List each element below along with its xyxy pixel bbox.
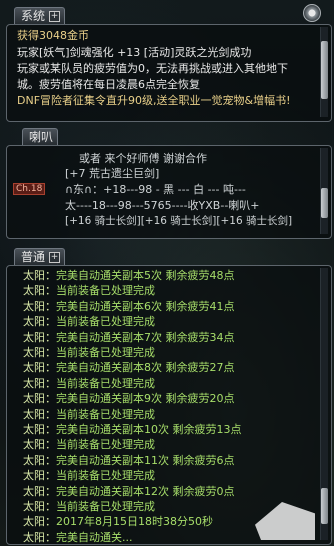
normal-expand-icon[interactable]: + xyxy=(49,252,61,263)
chat-message: 太阳：当前装备已处理完成 xyxy=(23,438,155,451)
chat-text: 当前装备已处理完成 xyxy=(56,346,155,359)
chat-message: 太阳：完美自动通关副本5次 剩余疲劳48点 xyxy=(23,269,235,282)
chat-speaker[interactable]: 太阳： xyxy=(23,315,56,328)
chat-speaker[interactable]: 太阳： xyxy=(23,438,56,451)
system-line: 城。疲劳值将在每日凌晨6点完全恢复 xyxy=(17,78,200,91)
chat-text: 当前装备已处理完成 xyxy=(56,315,155,329)
chat-text: 完美自动通关... xyxy=(56,530,133,544)
system-expand-icon[interactable]: + xyxy=(49,11,61,22)
channel-badge: Ch.18 xyxy=(13,183,46,195)
chat-speaker[interactable]: 太阳： xyxy=(23,284,56,297)
chat-speaker[interactable]: 太阳： xyxy=(23,500,56,513)
chat-message: 太阳：当前装备已处理完成 xyxy=(23,284,155,297)
chat-message: 太阳：当前装备已处理完成 xyxy=(23,469,155,482)
horn-line: [+16 骑士长剑][+16 骑士长剑][+16 骑士长剑] xyxy=(65,215,293,227)
horn-line: 太----18---98---5765----收YXB--喇叭+ xyxy=(65,199,260,212)
system-line: 获得3048金币 xyxy=(17,29,89,42)
tab-system-label: 系统 xyxy=(21,9,46,23)
chat-text: 完美自动通关副本12次 剩余疲劳0点 xyxy=(56,484,235,498)
tab-normal-label: 普通 xyxy=(21,250,46,264)
normal-scroll-thumb[interactable] xyxy=(321,488,328,524)
chat-text: 当前装备已处理完成 xyxy=(56,438,155,452)
chat-message: 太阳：完美自动通关副本11次 剩余疲劳6点 xyxy=(23,454,235,467)
normal-scrollbar[interactable] xyxy=(320,268,328,540)
system-scrollbar[interactable] xyxy=(320,27,328,117)
chat-speaker[interactable]: 太阳： xyxy=(23,346,56,359)
chat-speaker[interactable]: 太阳： xyxy=(23,469,56,482)
chat-speaker[interactable]: 太阳： xyxy=(23,300,56,313)
chat-message: 太阳：当前装备已处理完成 xyxy=(23,408,155,421)
chat-text: 完美自动通关副本5次 剩余疲劳48点 xyxy=(56,269,235,282)
horn-line: [+7 荒古遗尘巨剑] xyxy=(65,167,160,180)
chat-speaker[interactable]: 太阳： xyxy=(23,361,56,374)
chat-message: 太阳：当前装备已处理完成 xyxy=(23,315,155,328)
system-scroll-thumb[interactable] xyxy=(321,41,328,99)
chat-text: 完美自动通关副本7次 剩余疲劳34点 xyxy=(56,330,235,344)
chat-speaker[interactable]: 太阳： xyxy=(23,454,56,467)
gear-icon[interactable] xyxy=(303,4,321,22)
chat-message: 太阳：完美自动通关副本9次 剩余疲劳20点 xyxy=(23,392,235,405)
horn-line: 或者 来个好师傅 谢谢合作 xyxy=(79,152,207,165)
chat-text: 完美自动通关副本10次 剩余疲劳13点 xyxy=(56,423,242,436)
chat-text: 当前装备已处理完成 xyxy=(56,500,155,513)
system-line: 玩家或某队员的疲劳值为0，无法再挑战或进入其他地下 xyxy=(17,62,288,75)
horn-panel: 或者 来个好师傅 谢谢合作 [+7 荒古遗尘巨剑] Ch.18 ∩东∩：+18-… xyxy=(6,145,332,239)
horn-line: ∩东∩：+18---98 - 黑 --- 白 --- 吨--- xyxy=(65,183,246,196)
chat-text: 当前装备已处理完成 xyxy=(56,284,155,298)
chat-speaker[interactable]: 太阳： xyxy=(23,515,56,528)
system-line: DNF冒险者征集令直升90级,送全职业一觉宠物&增幅书! xyxy=(17,94,291,107)
chat-speaker[interactable]: 太阳： xyxy=(23,269,56,282)
chat-speaker[interactable]: 太阳： xyxy=(23,331,56,344)
chat-speaker[interactable]: 太阳： xyxy=(23,392,56,405)
chat-text: 完美自动通关副本9次 剩余疲劳20点 xyxy=(56,392,235,406)
chat-text: 完美自动通关副本11次 剩余疲劳6点 xyxy=(56,453,235,467)
chat-message: 太阳：完美自动通关... xyxy=(23,531,133,544)
chat-message: 太阳：完美自动通关副本12次 剩余疲劳0点 xyxy=(23,485,235,498)
system-panel: 获得3048金币 玩家[妖气]剑魂强化 +13 [活动]灵跃之光剑成功 玩家或某… xyxy=(6,24,332,122)
chat-message: 太阳：2017年8月15日18时38分50秒 xyxy=(23,515,213,528)
system-line: 玩家[妖气]剑魂强化 +13 [活动]灵跃之光剑成功 xyxy=(17,46,252,59)
chat-text: 完美自动通关副本6次 剩余疲劳41点 xyxy=(56,299,235,313)
chat-message: 太阳：完美自动通关副本6次 剩余疲劳41点 xyxy=(23,300,235,313)
chat-text: 2017年8月15日18时38分50秒 xyxy=(56,515,213,529)
horn-scrollbar[interactable] xyxy=(320,148,328,234)
chat-speaker[interactable]: 太阳： xyxy=(23,485,56,498)
chat-message: 太阳：完美自动通关副本8次 剩余疲劳27点 xyxy=(23,361,235,374)
chat-speaker[interactable]: 太阳： xyxy=(23,408,56,421)
tab-normal[interactable]: 普通 + xyxy=(14,248,66,266)
chat-speaker[interactable]: 太阳： xyxy=(23,423,56,436)
chat-message: 太阳：完美自动通关副本7次 剩余疲劳34点 xyxy=(23,331,235,344)
chat-message: 太阳：完美自动通关副本10次 剩余疲劳13点 xyxy=(23,423,242,436)
chat-message: 太阳：当前装备已处理完成 xyxy=(23,500,155,513)
tab-system[interactable]: 系统 + xyxy=(14,7,66,25)
chat-text: 当前装备已处理完成 xyxy=(56,376,155,390)
chat-text: 完美自动通关副本8次 剩余疲劳27点 xyxy=(56,361,235,375)
chat-text: 当前装备已处理完成 xyxy=(56,469,155,483)
chat-message: 太阳：当前装备已处理完成 xyxy=(23,346,155,359)
horn-scroll-thumb[interactable] xyxy=(321,188,328,218)
tab-horn[interactable]: 喇叭 xyxy=(22,128,59,146)
chat-text: 当前装备已处理完成 xyxy=(56,407,155,421)
chat-message: 太阳：当前装备已处理完成 xyxy=(23,377,155,390)
tab-horn-label: 喇叭 xyxy=(29,130,54,144)
chat-speaker[interactable]: 太阳： xyxy=(23,377,56,390)
chat-speaker[interactable]: 太阳： xyxy=(23,531,56,544)
